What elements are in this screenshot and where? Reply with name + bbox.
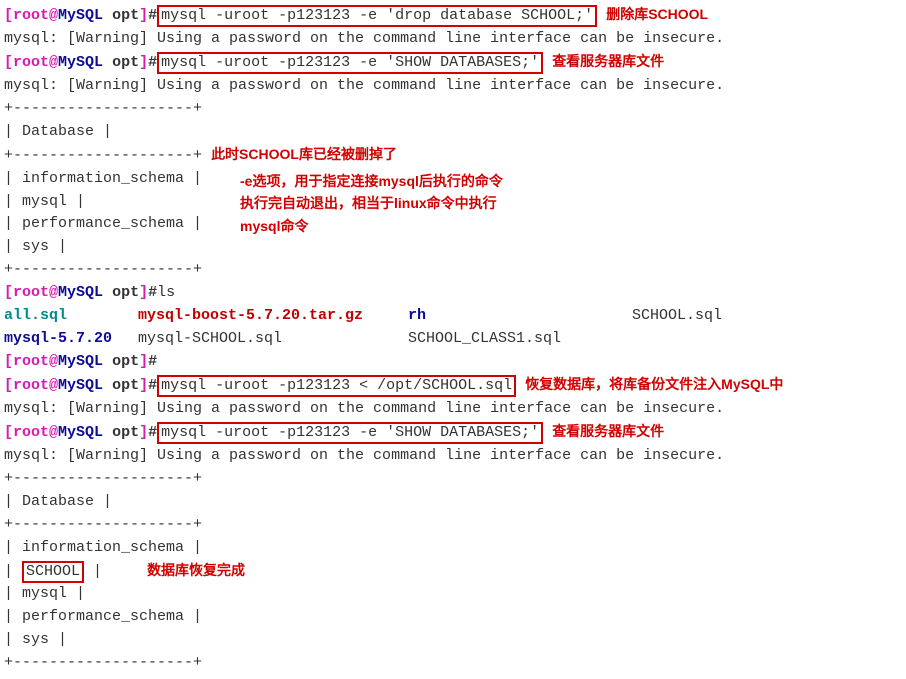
school-db-restored: SCHOOL [22,561,84,583]
line-show2: [root@MySQL opt]#mysql -uroot -p123123 -… [4,421,902,445]
warning-3: mysql: [Warning] Using a password on the… [4,398,902,421]
tbl1-border-mid: +--------------------+ 此时SCHOOL库已经被删掉了 [4,144,902,168]
tbl1-border-bot: +--------------------+ [4,259,902,282]
line-drop: [root@MySQL opt]#mysql -uroot -p123123 -… [4,4,902,28]
tbl2-row-mysql: | mysql | [4,583,902,606]
prompt: [root@MySQL opt]# [4,54,157,71]
tbl1-header: | Database | [4,121,902,144]
prompt: [root@MySQL opt]# [4,424,157,441]
annot-show1: 查看服务器库文件 [552,53,664,69]
annot-show2: 查看服务器库文件 [552,423,664,439]
cmd-ls: ls [157,284,175,301]
prompt: [root@MySQL opt]# [4,284,157,301]
cmd-restore-db: mysql -uroot -p123123 < /opt/SCHOOL.sql [157,375,516,397]
ls-mysql-school-sql: mysql-SCHOOL.sql [138,328,408,351]
prompt: [root@MySQL opt]# [4,377,157,394]
warning-2: mysql: [Warning] Using a password on the… [4,75,902,98]
line-ls: [root@MySQL opt]#ls [4,282,902,305]
annot-restore: 恢复数据库，将库备份文件注入MySQL中 [525,376,783,392]
line-restore: [root@MySQL opt]#mysql -uroot -p123123 <… [4,374,902,398]
ls-mysql-boost: mysql-boost-5.7.20.tar.gz [138,305,408,328]
tbl2-border-top: +--------------------+ [4,468,902,491]
ls-school-sql: SCHOOL.sql [632,305,722,328]
tbl2-border-bot: +--------------------+ [4,652,902,675]
tbl2-row-perf: | performance_schema | [4,606,902,629]
annot-drop: 删除库SCHOOL [606,6,708,22]
tbl2-header: | Database | [4,491,902,514]
db-table-1-with-annot: +--------------------+ | Database | +---… [4,98,902,283]
tbl1-border-top: +--------------------+ [4,98,902,121]
cmd-show-databases-2: mysql -uroot -p123123 -e 'SHOW DATABASES… [157,422,543,444]
tbl1-row-sys: | sys | [4,236,902,259]
tbl2-row-school: | SCHOOL | 数据库恢复完成 [4,560,902,584]
ls-row-2: mysql-5.7.20mysql-SCHOOL.sqlSCHOOL_CLASS… [4,328,902,351]
tbl2-row-info: | information_schema | [4,537,902,560]
tbl2-border-mid: +--------------------+ [4,514,902,537]
cmd-drop-database: mysql -uroot -p123123 -e 'drop database … [157,5,597,27]
warning-1: mysql: [Warning] Using a password on the… [4,28,902,51]
ls-mysql-ver-dir: mysql-5.7.20 [4,328,138,351]
line-empty-prompt: [root@MySQL opt]# [4,351,902,374]
prompt: [root@MySQL opt]# [4,353,157,370]
tbl2-row-sys: | sys | [4,629,902,652]
cmd-show-databases-1: mysql -uroot -p123123 -e 'SHOW DATABASES… [157,52,543,74]
ls-row-1: all.sqlmysql-boost-5.7.20.tar.gzrhSCHOOL… [4,305,902,328]
ls-all-sql: all.sql [4,305,138,328]
ls-rh-dir: rh [408,305,632,328]
line-show1: [root@MySQL opt]#mysql -uroot -p123123 -… [4,51,902,75]
prompt: [root@MySQL opt]# [4,7,157,24]
annot-done: 数据库恢复完成 [147,562,245,578]
ls-school-class1: SCHOOL_CLASS1.sql [408,328,561,351]
warning-4: mysql: [Warning] Using a password on the… [4,445,902,468]
annot-e-option: -e选项，用于指定连接mysql后执行的命令 执行完自动退出，相当于linux命… [240,170,503,237]
annot-deleted: 此时SCHOOL库已经被删掉了 [211,146,397,162]
